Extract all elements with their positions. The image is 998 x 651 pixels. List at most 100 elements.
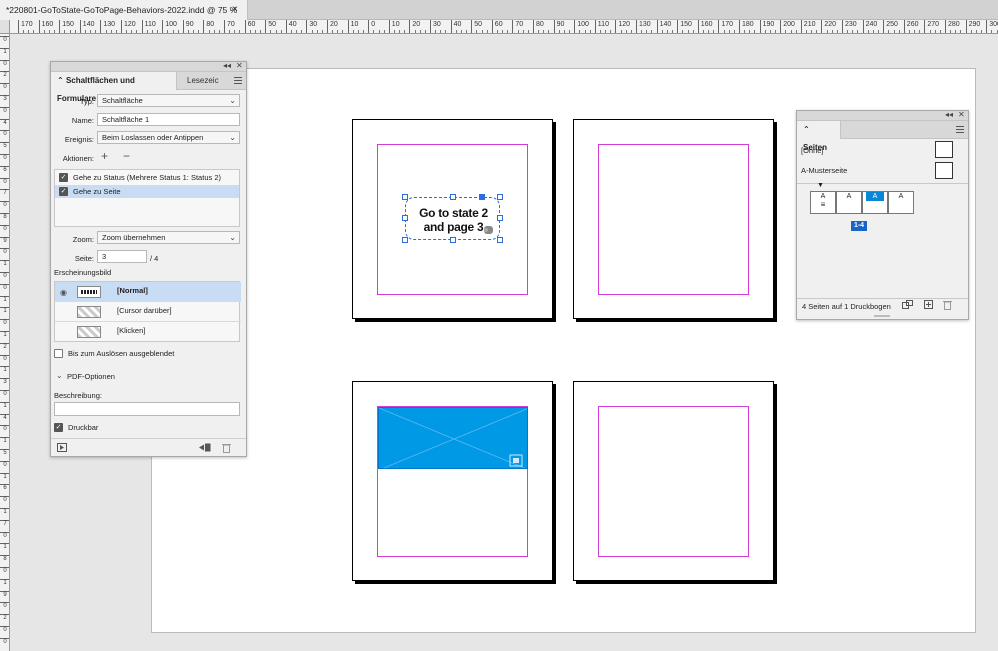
selection-handle[interactable] <box>479 194 485 200</box>
action-item-label: Gehe zu Status (Mehrere Status 1: Status… <box>73 173 221 182</box>
ruler-tick <box>218 30 220 33</box>
ruler-tick <box>754 30 756 33</box>
checkbox-checked-icon[interactable]: ✓ <box>54 423 63 432</box>
ruler-tick-label: 0 <box>0 496 9 503</box>
tab-buttons-and-forms[interactable]: ⌃ Schaltflächen und Formulare <box>51 72 177 103</box>
ruler-tick-label: 0 <box>0 36 9 43</box>
action-item[interactable]: ✓ Gehe zu Status (Mehrere Status 1: Stat… <box>55 171 239 184</box>
ruler-tick <box>69 30 71 33</box>
ruler-tick <box>769 30 771 33</box>
close-icon[interactable]: ✕ <box>236 61 243 70</box>
name-field[interactable]: Schaltfläche 1 <box>97 113 240 126</box>
ruler-tick <box>378 30 380 33</box>
ruler-tick <box>146 30 148 33</box>
checkbox-unchecked-icon[interactable] <box>54 349 63 358</box>
selection-handle[interactable] <box>402 215 408 221</box>
printable-option[interactable]: ✓ Druckbar <box>54 422 174 434</box>
appearance-row-click[interactable]: [Klicken] <box>55 322 241 342</box>
panel-menu-icon[interactable] <box>956 126 964 133</box>
panel-footer-divider <box>51 438 246 439</box>
ruler-tick-label: 8 <box>0 555 9 562</box>
selection-handle[interactable] <box>497 215 503 221</box>
ruler-tick <box>919 30 921 33</box>
ruler-tick <box>661 30 663 33</box>
page-thumbnail-2[interactable]: A <box>836 191 862 214</box>
ruler-tick-label: 250 <box>883 20 898 33</box>
ruler-tick <box>548 30 550 33</box>
description-field[interactable] <box>54 402 240 416</box>
ruler-tick-label: 0 <box>0 83 9 90</box>
close-icon[interactable]: × <box>232 0 238 20</box>
printable-label: Druckbar <box>68 423 99 432</box>
panel-title-bar[interactable]: ◂◂ ✕ <box>51 61 246 72</box>
action-item[interactable]: ✓ Gehe zu Seite <box>55 185 239 198</box>
image-frame-placeholder[interactable] <box>378 407 528 469</box>
ruler-origin[interactable] <box>0 20 10 34</box>
ruler-tick <box>43 30 45 33</box>
ruler-tick <box>775 30 777 33</box>
master-a-label[interactable]: A-Musterseite <box>801 166 847 175</box>
appearance-row-normal[interactable]: ◉ [Normal] <box>55 282 241 302</box>
ruler-tick <box>254 30 256 33</box>
new-page-icon[interactable] <box>924 300 933 309</box>
trash-icon[interactable] <box>943 300 952 310</box>
ruler-tick <box>826 30 828 33</box>
selection-handle[interactable] <box>497 194 503 200</box>
zoom-select[interactable]: Zoom übernehmen ⌄ <box>97 231 240 244</box>
ruler-tick-label: 290 <box>965 20 980 33</box>
spread-range-badge[interactable]: 1-4 <box>851 221 867 231</box>
checkbox-checked-icon[interactable]: ✓ <box>59 187 68 196</box>
selection-handle[interactable] <box>450 194 456 200</box>
horizontal-ruler[interactable]: 170 160 150 140 130 120 110 100 90 80 70 60 50 40 30 20… <box>10 20 998 34</box>
page-thumbnail-4[interactable]: A <box>888 191 914 214</box>
event-select[interactable]: Beim Loslassen oder Antippen ⌄ <box>97 131 240 144</box>
remove-action-button[interactable]: − <box>123 149 130 163</box>
trash-icon[interactable] <box>222 443 231 453</box>
selection-handle[interactable] <box>402 194 408 200</box>
collapse-icon[interactable]: ◂◂ <box>945 110 953 119</box>
vertical-ruler[interactable]: 0 1 0 2 0 3 0 4 0 5 0 6 0 7 0 8 0 9 0 1 0 0 1 1 0 1 2 0 1 3 0 1 4 0 1 5 0 1 6 0… <box>0 34 10 651</box>
ruler-tick <box>702 30 704 33</box>
selection-handle[interactable] <box>450 237 456 243</box>
add-action-button[interactable]: + <box>101 149 108 163</box>
ruler-tick <box>507 30 509 33</box>
ruler-tick <box>496 30 498 33</box>
panel-resize-grip[interactable] <box>874 315 890 317</box>
document-tab[interactable]: *220801-GoToState-GoToPage-Behaviors-202… <box>0 0 248 20</box>
preview-icon[interactable] <box>57 443 67 452</box>
tab-pages[interactable]: ⌃ Seiten <box>797 121 841 152</box>
convert-to-object-icon[interactable] <box>199 443 211 452</box>
checkbox-checked-icon[interactable]: ✓ <box>59 173 68 182</box>
ruler-tick <box>981 30 983 33</box>
ruler-tick <box>893 30 895 33</box>
master-a-thumbnail[interactable] <box>935 162 953 179</box>
collapse-icon[interactable]: ◂◂ <box>223 61 231 70</box>
ruler-tick <box>342 30 344 33</box>
eye-icon[interactable]: ◉ <box>60 288 67 297</box>
page-thumbnail-1[interactable]: A ≡ <box>810 191 836 214</box>
type-select[interactable]: Schaltfläche ⌄ <box>97 94 240 107</box>
panel-menu-icon[interactable] <box>234 77 242 84</box>
ruler-tick-label: 0 <box>0 567 9 574</box>
master-none-thumbnail[interactable] <box>935 141 953 158</box>
ruler-tick-label: 3 <box>0 378 9 385</box>
hidden-until-triggered-option[interactable]: Bis zum Auslösen ausgeblendet <box>54 348 240 360</box>
selection-handle[interactable] <box>402 237 408 243</box>
pdf-options-label: PDF-Optionen <box>67 372 115 381</box>
ruler-tick <box>672 30 674 33</box>
ruler-tick <box>193 30 195 33</box>
tab-bookmarks[interactable]: Lesezeic <box>181 72 225 90</box>
page-number-field[interactable]: 3 <box>97 250 147 263</box>
close-icon[interactable]: ✕ <box>958 110 965 119</box>
selection-handle[interactable] <box>497 237 503 243</box>
master-none-label[interactable]: [Ohne] <box>801 146 824 155</box>
page-thumbnail-3[interactable]: A <box>862 191 888 214</box>
appearance-row-rollover[interactable]: [Cursor darüber] <box>55 302 241 322</box>
ruler-tick <box>898 30 900 33</box>
ruler-tick-label: 0 <box>0 224 9 232</box>
ruler-tick-label: 0 <box>0 354 9 362</box>
ruler-tick <box>373 30 375 33</box>
page-size-icon[interactable] <box>902 300 913 309</box>
ruler-tick-label: 0 <box>0 283 9 291</box>
panel-title-bar[interactable]: ◂◂ ✕ <box>797 110 968 121</box>
